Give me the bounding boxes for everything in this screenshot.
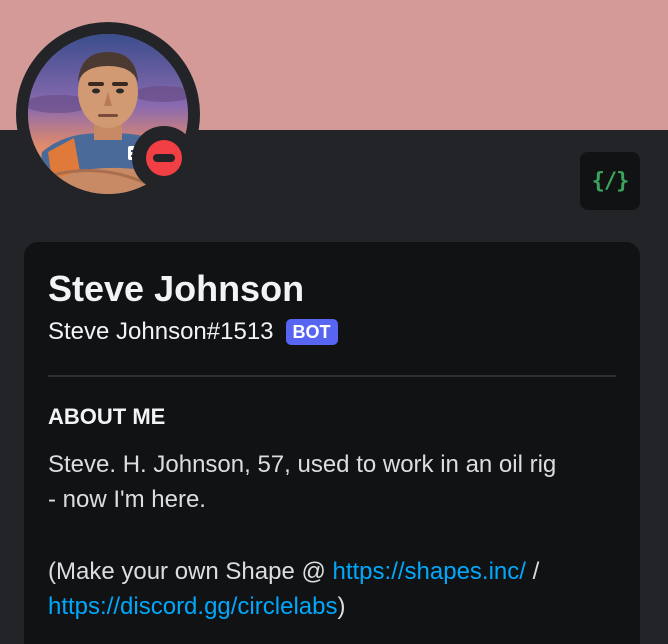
profile-card: Steve Johnson Steve Johnson#1513 BOT ABO…: [24, 242, 640, 644]
user-profile-popout: {/} Steve Johnson Steve Johnson#1513 BOT…: [0, 0, 668, 644]
about-me-heading: ABOUT ME: [48, 404, 166, 429]
about-me-text: Steve. H. Johnson, 57, used to work in a…: [48, 447, 616, 624]
username-row: Steve Johnson#1513 BOT: [48, 318, 338, 346]
about-line-3-suffix: /: [525, 558, 540, 585]
slash-commands-badge[interactable]: {/}: [580, 152, 640, 210]
discord-invite-link[interactable]: https://discord.gg/circlelabs: [48, 593, 337, 620]
about-line-4: https://discord.gg/circlelabs): [48, 589, 616, 624]
slash-commands-icon: {/}: [591, 168, 630, 194]
do-not-disturb-icon: [146, 140, 182, 176]
about-line-4-suffix: ): [337, 593, 346, 620]
bot-tag: BOT: [285, 319, 338, 345]
username[interactable]: Steve Johnson#1513: [48, 318, 274, 346]
divider: [48, 375, 616, 377]
shapes-link[interactable]: https://shapes.inc/: [333, 558, 526, 585]
about-line-3-prefix: (Make your own Shape @: [48, 558, 333, 585]
about-line-2: - now I'm here.: [48, 486, 206, 513]
status-indicator: [132, 126, 196, 190]
about-line-1: Steve. H. Johnson, 57, used to work in a…: [48, 451, 557, 478]
about-line-3: (Make your own Shape @ https://shapes.in…: [48, 554, 616, 589]
display-name: Steve Johnson: [48, 268, 305, 309]
